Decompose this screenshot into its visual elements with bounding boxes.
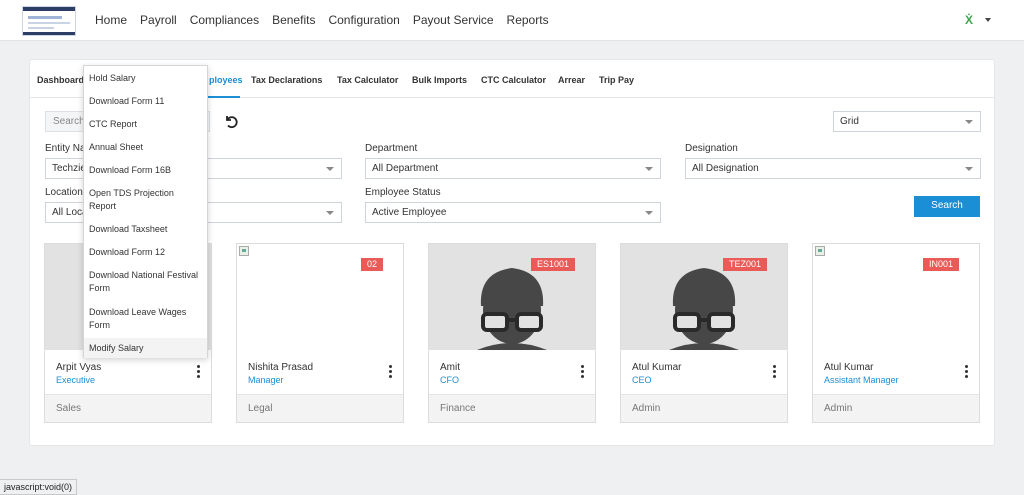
menu-item-ctc-report[interactable]: CTC Report [84, 118, 207, 131]
caret-down-icon[interactable] [985, 18, 991, 22]
employee-code-badge: TEZ001 [722, 258, 767, 271]
employee-photo: IN001 [813, 244, 979, 350]
menu-reports[interactable]: Reports [507, 13, 549, 27]
employee-department: Finance [429, 394, 595, 422]
employee-card[interactable]: ES1001 Amit CFO Finance [428, 243, 596, 423]
tab-dashboard[interactable]: Dashboard [37, 75, 84, 85]
employee-department: Legal [237, 394, 403, 422]
more-options-icon[interactable] [389, 365, 393, 379]
tab-tax-declarations[interactable]: Tax Declarations [251, 75, 322, 85]
employee-name: Amit [440, 362, 460, 373]
employee-role: CFO [440, 375, 459, 385]
employee-code-badge: ES1001 [530, 258, 575, 271]
view-mode-select[interactable]: Grid [833, 111, 981, 132]
more-options-icon[interactable] [773, 365, 777, 379]
top-navbar: Home Payroll Compliances Benefits Config… [0, 0, 1024, 41]
employee-card[interactable]: 02 Nishita Prasad Manager Legal [236, 243, 404, 423]
entity-value: Techzie [52, 163, 86, 174]
broken-image-icon [239, 246, 249, 256]
employee-photo: ES1001 [429, 244, 595, 350]
more-options-icon[interactable] [197, 365, 201, 379]
chevron-down-icon [645, 167, 653, 171]
tab-ctc-calculator[interactable]: CTC Calculator [481, 75, 546, 85]
employee-name: Arpit Vyas [56, 362, 102, 373]
more-options-icon[interactable] [965, 365, 969, 379]
tab-trip-pay[interactable]: Trip Pay [599, 75, 634, 85]
employee-role: CEO [632, 375, 652, 385]
chevron-down-icon [326, 167, 334, 171]
menu-item-download-form-16b[interactable]: Download Form 16B [84, 164, 207, 177]
location-label: Location [45, 187, 83, 198]
employee-role: Assistant Manager [824, 375, 899, 385]
employee-code-badge: 02 [360, 258, 383, 271]
employee-status-select[interactable]: Active Employee [365, 202, 661, 223]
employee-card[interactable]: TEZ001 Atul Kumar CEO Admin [620, 243, 788, 423]
designation-label: Designation [685, 143, 738, 154]
employee-role: Manager [248, 375, 284, 385]
employee-actions-dropdown: Hold Salary Download Form 11 CTC Report … [83, 65, 208, 358]
tab-tax-calculator[interactable]: Tax Calculator [337, 75, 398, 85]
employee-status-value: Active Employee [372, 207, 447, 218]
entity-label: Entity Na [45, 143, 86, 154]
employee-status-label: Employee Status [365, 187, 441, 198]
designation-value: All Designation [692, 163, 759, 174]
menu-item-open-tds-projection-report[interactable]: Open TDS Projection Report [84, 187, 207, 213]
menu-item-download-national-festival-form[interactable]: Download National Festival Form [84, 269, 207, 295]
menu-item-hold-salary[interactable]: Hold Salary [84, 72, 207, 85]
employee-name: Atul Kumar [632, 362, 682, 373]
employee-name: Atul Kumar [824, 362, 874, 373]
chevron-down-icon [965, 167, 973, 171]
chevron-down-icon [645, 211, 653, 215]
tab-employees[interactable]: ployees [209, 75, 243, 85]
more-options-icon[interactable] [581, 365, 585, 379]
employee-department: Admin [621, 394, 787, 422]
user-avatar[interactable]: Ẋ [965, 13, 973, 27]
menu-compliances[interactable]: Compliances [190, 13, 259, 27]
active-tab-indicator [208, 96, 240, 98]
menu-item-download-form-12[interactable]: Download Form 12 [84, 246, 207, 259]
tab-bulk-imports[interactable]: Bulk Imports [412, 75, 467, 85]
menu-home[interactable]: Home [95, 13, 127, 27]
employee-department: Sales [45, 394, 211, 422]
department-value: All Department [372, 163, 439, 174]
chevron-down-icon [326, 211, 334, 215]
employee-department: Admin [813, 394, 979, 422]
chevron-down-icon [965, 120, 973, 124]
employee-code-badge: IN001 [922, 258, 959, 271]
menu-item-download-leave-wages-form[interactable]: Download Leave Wages Form [84, 306, 207, 332]
department-select[interactable]: All Department [365, 158, 661, 179]
department-label: Department [365, 143, 418, 154]
designation-select[interactable]: All Designation [685, 158, 981, 179]
menu-configuration[interactable]: Configuration [328, 13, 399, 27]
menu-item-annual-sheet[interactable]: Annual Sheet [84, 141, 207, 154]
employee-name: Nishita Prasad [248, 362, 314, 373]
employee-role: Executive [56, 375, 96, 385]
menu-item-download-form-11[interactable]: Download Form 11 [84, 95, 207, 108]
employee-photo: TEZ001 [621, 244, 787, 350]
menu-item-modify-salary[interactable]: Modify Salary [84, 338, 207, 358]
company-logo[interactable] [22, 6, 76, 36]
menu-item-download-taxsheet[interactable]: Download Taxsheet [84, 223, 207, 236]
view-mode-value: Grid [840, 116, 859, 127]
refresh-icon[interactable] [223, 113, 239, 129]
search-button[interactable]: Search [914, 196, 980, 217]
menu-payroll[interactable]: Payroll [140, 13, 177, 27]
menu-benefits[interactable]: Benefits [272, 13, 315, 27]
browser-status-bar: javascript:void(0) [0, 479, 78, 495]
menu-payout-service[interactable]: Payout Service [413, 13, 494, 27]
broken-image-icon [815, 246, 825, 256]
employee-card[interactable]: IN001 Atul Kumar Assistant Manager Admin [812, 243, 980, 423]
main-menu: Home Payroll Compliances Benefits Config… [95, 13, 562, 27]
employee-photo: 02 [237, 244, 403, 350]
tab-arrear[interactable]: Arrear [558, 75, 585, 85]
